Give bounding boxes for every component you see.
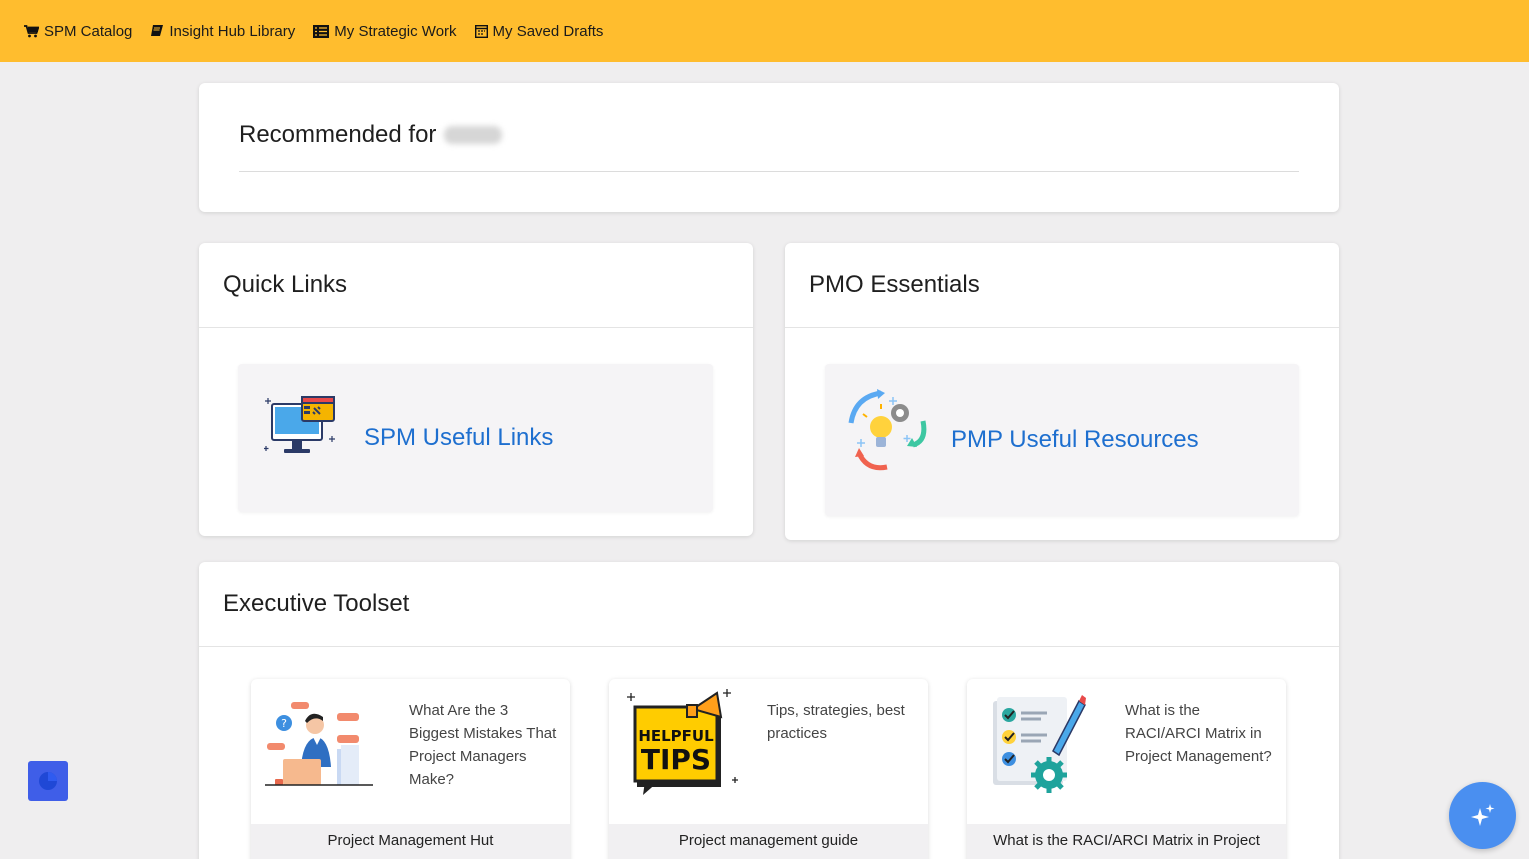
pmo-essentials-title: PMO Essentials <box>785 243 1339 328</box>
toolset-card-helpful-tips[interactable]: HELPFUL TIPS Tips, strategies, best prac… <box>609 679 928 859</box>
helpful-tips-sign: HELPFUL TIPS <box>627 689 738 795</box>
toolset-card-source: Project Management Hut <box>251 824 570 859</box>
nav-my-saved-drafts[interactable]: My Saved Drafts <box>474 22 604 40</box>
nav-label: SPM Catalog <box>44 22 133 40</box>
recommended-heading: Recommended for <box>239 121 503 149</box>
calendar-icon <box>474 25 488 38</box>
spm-useful-links-tile[interactable]: SPM Useful Links <box>238 364 713 512</box>
executive-toolset-title: Executive Toolset <box>199 562 1339 647</box>
toolset-card-raci-matrix[interactable]: What is the RACI/ARCI Matrix in Project … <box>967 679 1286 859</box>
stressed-manager-illustration: ? <box>265 702 373 786</box>
pmo-essentials-card: PMO Essentials PMP Useful Resources <box>785 243 1339 540</box>
blurred-user-name <box>444 126 503 144</box>
pmp-useful-resources-label[interactable]: PMP Useful Resources <box>951 426 1199 454</box>
toolset-card-desc: Tips, strategies, best practices <box>767 702 905 742</box>
toolset-card-desc: What Are the 3 Biggest Mistakes That Pro… <box>409 702 557 788</box>
recommended-card: Recommended for <box>199 83 1339 212</box>
spm-useful-links-label[interactable]: SPM Useful Links <box>364 424 553 452</box>
toolset-card-pm-mistakes[interactable]: ? What Are the 3 Biggest Mistakes That P… <box>251 679 570 859</box>
book-icon <box>151 25 164 36</box>
nav-label: Insight Hub Library <box>169 22 296 40</box>
sparkle-icon <box>1470 803 1494 826</box>
nav-label: My Strategic Work <box>334 22 457 40</box>
pie-chart-icon <box>39 772 57 790</box>
divider <box>239 171 1299 172</box>
monitor-link-icon <box>264 396 335 453</box>
top-nav-bar: SPM Catalog Insight Hub Library My Strat… <box>0 0 1529 62</box>
pmp-useful-resources-tile[interactable]: PMP Useful Resources <box>825 364 1299 516</box>
ai-assistant-button[interactable] <box>1449 782 1516 849</box>
svg-text:TIPS: TIPS <box>641 743 711 776</box>
list-icon <box>313 24 330 38</box>
cart-icon <box>24 24 39 37</box>
executive-toolset-card: Executive Toolset ? What Are the 3 Bigge… <box>199 562 1339 859</box>
toolset-card-desc: What is the RACI/ARCI Matrix in Project … <box>1125 702 1272 765</box>
toolset-card-source: What is the RACI/ARCI Matrix in Project <box>967 824 1286 859</box>
checklist-gear-illustration <box>993 695 1086 793</box>
nav-my-strategic-work[interactable]: My Strategic Work <box>313 22 457 40</box>
analytics-widget-button[interactable] <box>28 761 68 801</box>
nav-spm-catalog[interactable]: SPM Catalog <box>24 23 132 40</box>
nav-insight-hub-library[interactable]: Insight Hub Library <box>150 23 295 40</box>
lightbulb-gear-icon <box>848 389 927 471</box>
toolset-card-source: Project management guide <box>609 824 928 859</box>
quick-links-card: Quick Links SPM Useful Links <box>199 243 753 536</box>
quick-links-title: Quick Links <box>199 243 753 328</box>
recommended-title: Recommended for <box>239 121 437 148</box>
nav-label: My Saved Drafts <box>492 22 604 40</box>
svg-text:?: ? <box>281 717 287 730</box>
